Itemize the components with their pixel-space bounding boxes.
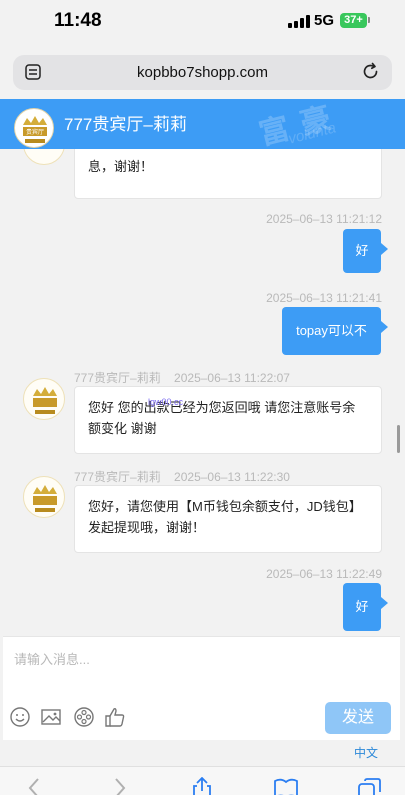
message-list[interactable]: 息，谢谢！ 2025–06–13 11:21:12 好 2025–06–13 1… [0,149,405,636]
image-icon[interactable] [40,706,62,728]
message-bubble-outgoing: 好 [343,583,388,631]
video-reel-icon[interactable] [73,706,95,728]
chat-title: 777贵宾厅–莉莉 [64,115,187,134]
chat-header: 贵宾厅 777贵宾厅–莉莉 富 豪 volunta [0,99,405,149]
message-timestamp: 2025–06–13 11:21:41 [266,291,382,305]
bookmarks-icon[interactable] [273,777,299,795]
url-text[interactable]: kopbbo7shopp.com [13,64,392,81]
emoji-icon[interactable] [9,706,31,728]
status-time: 11:48 [54,10,102,31]
message-text: 您好，请您使用【M币钱包余额支付，JD钱包】发起提现哦，谢谢！ [88,499,362,535]
message-bubble-outgoing: 好 [343,229,388,273]
agent-avatar: 贵宾厅 [14,108,54,148]
message-text: 好 [355,599,369,614]
message-bubble-incoming: 息，谢谢！ [74,149,382,199]
language-switch[interactable]: 中文 [354,744,378,761]
sender-name: 777贵宾厅–莉莉 [74,371,161,385]
share-icon[interactable] [189,777,215,795]
message-text: 您好 您的出款已经为您返回哦 请您注意账号余额变化 谢谢 [88,400,356,436]
sender-name: 777贵宾厅–莉莉 [74,470,161,484]
forward-icon[interactable] [106,777,132,795]
message-bubble-incoming: 您好 您的出款已经为您返回哦 请您注意账号余额变化 谢谢 [74,386,382,454]
message-text: 好 [355,243,369,258]
message-timestamp: 2025–06–13 11:22:07 [174,371,290,385]
message-timestamp: 2025–06–13 11:22:49 [266,567,382,581]
agent-avatar [23,476,65,518]
address-bar[interactable]: kopbbo7shopp.com [13,55,392,90]
message-meta: 777贵宾厅–莉莉 2025–06–13 11:22:07 [74,369,290,386]
battery-tip [368,17,370,23]
message-meta: 777贵宾厅–莉莉 2025–06–13 11:22:30 [74,468,290,485]
message-text: topay可以不 [296,323,367,338]
avatar-logo-text: 贵宾厅 [26,128,44,136]
status-bar: 11:48 5G 37+ [0,0,405,44]
network-type: 5G [314,12,335,29]
back-icon[interactable] [22,777,48,795]
composer: 请输入消息... 发送 [3,636,400,740]
reload-icon[interactable] [361,62,381,82]
language-bar: 中文 [3,740,400,766]
message-bubble-incoming: 您好，请您使用【M币钱包余额支付，JD钱包】发起提现哦，谢谢！ [74,485,382,553]
message-input[interactable]: 请输入消息... [14,649,90,668]
message-bubble-outgoing: topay可以不 [282,307,388,355]
browser-toolbar [0,766,405,795]
send-button[interactable]: 发送 [325,702,391,734]
battery-icon: 37+ [340,13,367,28]
agent-avatar [23,149,65,165]
thumbs-up-icon[interactable] [104,706,126,728]
message-text: 息，谢谢！ [88,159,154,174]
message-timestamp: 2025–06–13 11:21:12 [266,212,382,226]
tabs-icon[interactable] [357,777,383,795]
scrollbar[interactable] [397,425,400,453]
screen: 11:48 5G 37+ kopbbo7shopp.com 贵宾厅 777贵宾厅… [0,0,405,795]
overlay-link[interactable]: lgw00.cc [148,397,183,407]
message-timestamp: 2025–06–13 11:22:30 [174,470,290,484]
agent-avatar [23,378,65,420]
signal-icon [288,15,310,28]
